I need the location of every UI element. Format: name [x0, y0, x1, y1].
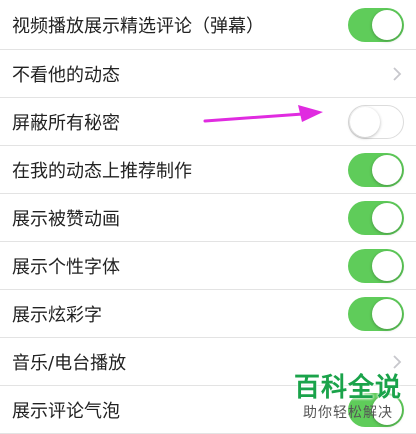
setting-row-danmaku-comments[interactable]: 视频播放展示精选评论（弹幕） — [0, 0, 416, 50]
toggle-knob — [372, 154, 402, 185]
watermark-subtitle: 助你轻松解决 — [303, 405, 393, 421]
watermark-title: 百科全说 — [293, 373, 402, 403]
setting-label: 展示个性字体 — [12, 256, 120, 278]
setting-label: 展示被赞动画 — [12, 208, 120, 230]
arrow-left-icon — [203, 105, 323, 123]
setting-label: 屏蔽所有秘密 — [12, 112, 120, 134]
setting-row-recommend-creation[interactable]: 在我的动态上推荐制作 — [0, 146, 416, 194]
custom-font-toggle[interactable] — [348, 248, 404, 283]
toggle-knob — [372, 202, 402, 233]
toggle-knob — [372, 298, 402, 329]
watermark: 百科全说 助你轻松解决 — [288, 372, 408, 422]
settings-list: 视频播放展示精选评论（弹幕） 不看他的动态 屏蔽所有秘密 在我的动态上推荐制作 … — [0, 0, 416, 434]
setting-label: 展示评论气泡 — [12, 400, 120, 422]
colorful-text-toggle[interactable] — [348, 296, 404, 331]
like-animation-toggle[interactable] — [348, 200, 404, 235]
setting-label: 在我的动态上推荐制作 — [12, 160, 192, 182]
toggle-knob — [372, 9, 402, 40]
setting-label: 展示炫彩字 — [12, 304, 102, 326]
setting-row-hide-his-posts[interactable]: 不看他的动态 — [0, 50, 416, 98]
chevron-right-icon — [393, 66, 402, 81]
setting-label: 不看他的动态 — [12, 64, 120, 86]
toggle-knob — [372, 250, 402, 281]
setting-label: 视频播放展示精选评论（弹幕） — [12, 15, 264, 37]
recommend-creation-toggle[interactable] — [348, 152, 404, 187]
setting-label: 音乐/电台播放 — [12, 352, 127, 374]
setting-row-colorful-text[interactable]: 展示炫彩字 — [0, 290, 416, 338]
toggle-knob — [350, 106, 380, 137]
chevron-right-icon — [393, 354, 402, 369]
danmaku-comments-toggle[interactable] — [348, 7, 404, 42]
setting-row-like-animation[interactable]: 展示被赞动画 — [0, 194, 416, 242]
block-secrets-toggle[interactable] — [348, 104, 404, 139]
setting-row-custom-font[interactable]: 展示个性字体 — [0, 242, 416, 290]
